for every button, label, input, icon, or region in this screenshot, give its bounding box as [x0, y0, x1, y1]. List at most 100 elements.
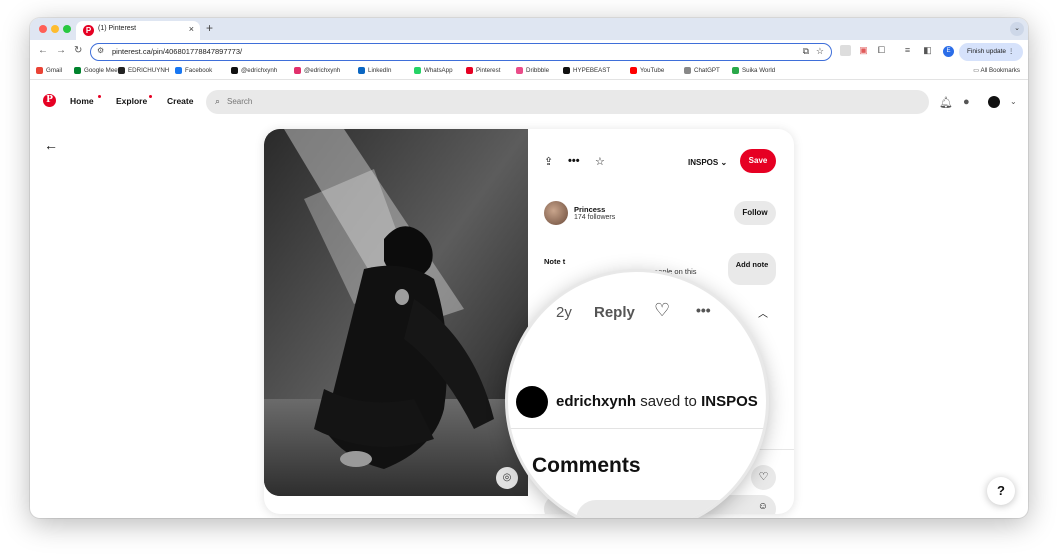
bookmark-item[interactable]: YouTube	[630, 67, 664, 74]
bookmark-favicon-icon	[74, 67, 81, 74]
nav-explore[interactable]: Explore	[116, 96, 147, 106]
reply-button[interactable]: Reply	[594, 304, 635, 321]
address-bar[interactable]: ⚙ pinterest.ca/pin/406801778847897773/ ⧉…	[90, 43, 832, 61]
search-input[interactable]: ⌕ Search	[206, 90, 929, 114]
magnified-comment-input[interactable]	[576, 500, 766, 518]
explore-notification-dot	[149, 95, 152, 98]
user-avatar[interactable]	[988, 96, 1000, 108]
bookmark-item[interactable]: Dribbble	[516, 67, 549, 74]
bookmark-item[interactable]: EDRICHUYNH	[118, 67, 169, 74]
maximize-window-button[interactable]	[63, 25, 71, 33]
comment-more-icon[interactable]: •••	[696, 302, 711, 318]
creator-name[interactable]: Princess	[574, 205, 605, 214]
reload-icon[interactable]: ↻	[74, 45, 82, 56]
more-options-icon[interactable]: •••	[568, 155, 580, 167]
creator-avatar[interactable]	[544, 201, 568, 225]
back-icon[interactable]: ←	[38, 45, 48, 56]
bookmark-item[interactable]: Facebook	[175, 67, 212, 74]
bookmark-label: LinkedIn	[368, 67, 392, 74]
bookmark-favicon-icon	[36, 67, 43, 74]
comment-time-ago: 2y	[556, 304, 572, 321]
tab-pinterest[interactable]: P (1) Pinterest ×	[76, 21, 200, 40]
side-panel-icon[interactable]: ◧	[922, 45, 933, 56]
board-selector[interactable]: INSPOS ⌄	[688, 158, 727, 167]
bookmark-item[interactable]: Pinterest	[466, 67, 500, 74]
nav-home[interactable]: Home	[70, 96, 94, 106]
saved-board-name[interactable]: INSPOS	[701, 393, 758, 410]
pin-photo-art	[264, 129, 528, 496]
bookmark-label: Google Meet	[84, 67, 120, 74]
bookmark-label: @edrichxynh	[241, 67, 278, 74]
bookmark-item[interactable]: @edrichxynh	[231, 67, 277, 74]
minimize-window-button[interactable]	[51, 25, 59, 33]
bookmark-label: Suika World	[742, 67, 776, 74]
react-heart-icon[interactable]: ♡	[751, 465, 776, 490]
close-window-button[interactable]	[39, 25, 47, 33]
install-app-icon[interactable]: ⧉	[803, 46, 809, 57]
bookmark-label: WhatsApp	[424, 67, 453, 74]
tab-title: (1) Pinterest	[98, 25, 137, 32]
browser-toolbar: ← → ↻ ⚙ pinterest.ca/pin/406801778847897…	[30, 40, 1028, 64]
forward-icon[interactable]: →	[56, 45, 66, 56]
bookmark-favicon-icon	[563, 67, 570, 74]
bookmark-favicon-icon	[175, 67, 182, 74]
bookmark-label: EDRICHUYNH	[128, 67, 170, 74]
site-info-icon[interactable]: ⚙	[97, 46, 104, 55]
tab-close-icon[interactable]: ×	[189, 24, 194, 34]
account-chevron-icon[interactable]: ⌄	[1010, 97, 1017, 106]
bookmark-label: YouTube	[640, 67, 665, 74]
bookmark-item[interactable]: Suika World	[732, 67, 775, 74]
all-bookmarks-label: All Bookmarks	[980, 67, 1020, 74]
back-arrow-icon[interactable]: ←	[44, 137, 58, 153]
home-notification-dot	[98, 95, 101, 98]
help-button[interactable]: ?	[987, 477, 1015, 505]
bookmark-item[interactable]: ChatGPT	[684, 67, 720, 74]
bookmark-item[interactable]: HYPEBEAST	[563, 67, 610, 74]
tab-bar: P (1) Pinterest × + ⌄	[30, 18, 1028, 40]
extensions-puzzle-icon[interactable]: ⧠	[876, 45, 887, 56]
favorite-star-icon[interactable]: ☆	[595, 155, 605, 168]
messages-icon[interactable]: ●	[963, 96, 970, 108]
saver-avatar[interactable]	[516, 386, 548, 418]
bookmark-item[interactable]: @edrichxynh	[294, 67, 340, 74]
add-note-button[interactable]: Add note	[728, 253, 776, 285]
bookmark-label: HYPEBEAST	[573, 67, 611, 74]
like-heart-icon[interactable]: ♡	[654, 300, 670, 321]
bookmark-label: ChatGPT	[694, 67, 720, 74]
search-icon: ⌕	[215, 96, 221, 106]
bookmark-label: Dribbble	[526, 67, 550, 74]
save-button[interactable]: Save	[740, 149, 776, 173]
finish-update-button[interactable]: Finish update ⋮	[959, 43, 1023, 61]
new-tab-button[interactable]: +	[206, 21, 213, 35]
notifications-bell-icon[interactable]: 🔔︎	[939, 96, 953, 109]
all-bookmarks-folder[interactable]: ▭ All Bookmarks	[973, 67, 1020, 74]
bookmark-item[interactable]: LinkedIn	[358, 67, 391, 74]
share-upload-icon[interactable]: ⇪	[544, 155, 553, 168]
nav-create[interactable]: Create	[167, 96, 193, 106]
bookmark-item[interactable]: Gmail	[36, 67, 62, 74]
pin-image[interactable]: ◎	[264, 129, 528, 496]
finish-update-label: Finish update	[967, 48, 1007, 55]
magnifier-lens: 2y Reply ♡ ••• edrichxynh saved to INSPO…	[508, 272, 766, 518]
extension-red-icon[interactable]: ▣	[858, 45, 869, 56]
bookmark-favicon-icon	[516, 67, 523, 74]
bookmark-favicon-icon	[118, 67, 125, 74]
bookmark-favicon-icon	[684, 67, 691, 74]
profile-avatar[interactable]: E	[943, 46, 954, 57]
pinterest-header: P Home Explore Create ⌕ Search 🔔︎ ● ⌄	[30, 80, 1028, 120]
visual-search-lens-icon[interactable]: ◎	[496, 467, 518, 489]
bookmark-star-icon[interactable]: ☆	[816, 46, 824, 57]
bookmark-item[interactable]: Google Meet	[74, 67, 119, 74]
extension-icon[interactable]	[840, 45, 851, 56]
tab-search-icon[interactable]: ⌄	[1010, 22, 1024, 36]
reading-list-icon[interactable]: ≡	[902, 45, 913, 56]
pinterest-logo-icon[interactable]: P	[43, 94, 56, 107]
note-label: Note t	[544, 257, 566, 266]
chevron-up-icon[interactable]: ︿	[758, 305, 768, 320]
saver-username[interactable]: edrichxynh	[556, 393, 636, 410]
url-text[interactable]: pinterest.ca/pin/406801778847897773/	[112, 47, 242, 56]
bookmarks-bar: ▭ All Bookmarks Gmail Google Meet EDRICHUY…	[30, 64, 1028, 80]
follow-button[interactable]: Follow	[734, 201, 776, 225]
bookmark-item[interactable]: WhatsApp	[414, 67, 453, 74]
bookmark-favicon-icon	[466, 67, 473, 74]
